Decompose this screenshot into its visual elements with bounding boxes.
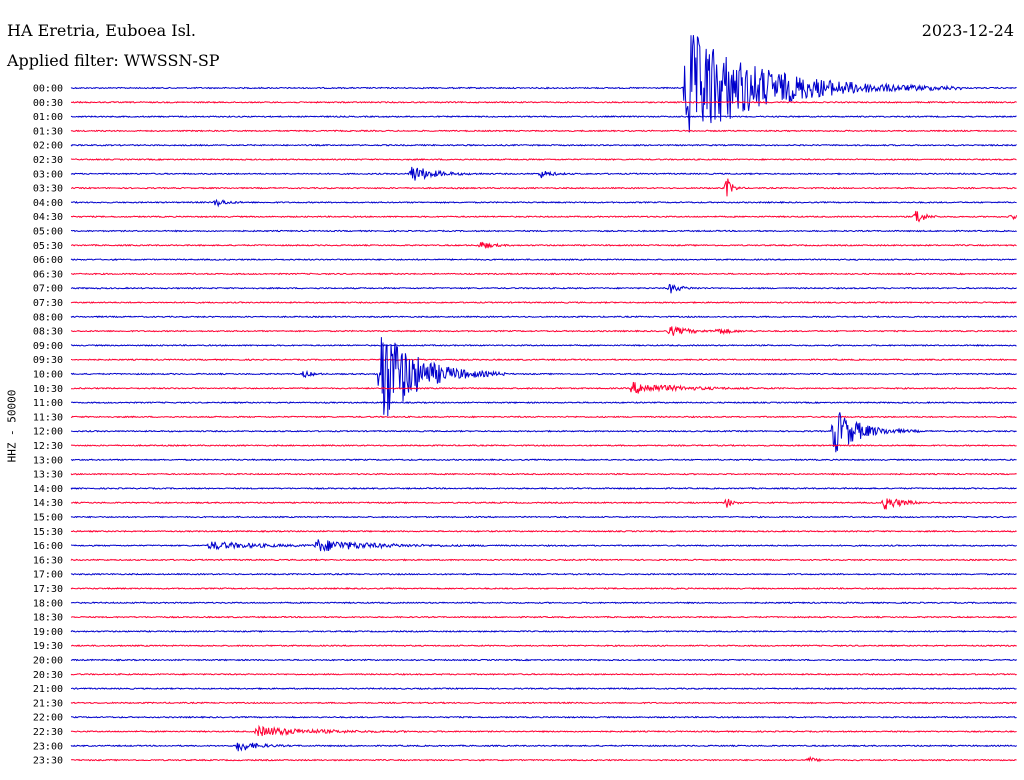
trace-group	[70, 35, 1018, 763]
row-label: 19:30	[33, 641, 63, 652]
row-label: 16:30	[33, 555, 63, 566]
row-label: 01:30	[33, 126, 63, 137]
trace-row	[70, 558, 1017, 562]
trace-row	[70, 283, 1017, 294]
row-label: 13:30	[33, 470, 63, 481]
row-labels: 00:00 00:30 01:00 01:30 02:00 02:30 03:00 03:30…	[33, 84, 63, 767]
trace-row	[71, 178, 1017, 197]
row-label: 14:30	[33, 498, 63, 509]
row-label: 05:30	[33, 241, 63, 252]
row-label: 23:30	[33, 756, 63, 767]
trace-row	[70, 401, 1017, 405]
trace-row	[70, 529, 1017, 533]
row-label: 04:00	[33, 198, 63, 209]
row-label: 02:00	[33, 141, 63, 152]
trace-row	[70, 486, 1017, 490]
row-label: 13:00	[33, 455, 63, 466]
trace-row	[70, 458, 1017, 462]
row-label: 12:30	[33, 441, 63, 452]
trace-row	[70, 300, 1017, 304]
trace-row	[70, 337, 1017, 417]
row-label: 14:00	[33, 484, 63, 495]
row-label: 20:00	[33, 656, 63, 667]
row-label: 05:00	[33, 227, 63, 238]
trace-row	[70, 198, 1017, 208]
trace-row	[70, 644, 1017, 648]
row-label: 08:00	[33, 312, 63, 323]
trace-row	[70, 615, 1017, 619]
row-label: 21:00	[33, 684, 63, 695]
row-label: 06:00	[33, 255, 63, 266]
trace-row	[70, 343, 1017, 347]
trace-row	[70, 724, 1017, 737]
trace-row	[70, 444, 1017, 447]
row-label: 04:30	[33, 212, 63, 223]
trace-row	[70, 157, 1017, 161]
trace-row	[70, 515, 1017, 519]
trace-row	[70, 701, 1017, 705]
trace-row	[70, 629, 1017, 633]
helicorder-plot: 00:00 00:30 01:00 01:30 02:00 02:30 03:00 03:30…	[33, 35, 1018, 767]
row-label: 06:30	[33, 269, 63, 280]
row-label: 16:00	[33, 541, 63, 552]
row-label: 08:30	[33, 327, 63, 338]
trace-row	[70, 210, 1018, 223]
row-label: 18:30	[33, 613, 63, 624]
row-label: 21:30	[33, 698, 63, 709]
trace-row	[70, 658, 1017, 662]
row-label: 15:00	[33, 513, 63, 524]
trace-row	[70, 35, 1017, 133]
trace-row	[70, 325, 1017, 336]
row-label: 03:30	[33, 184, 63, 195]
trace-row	[70, 572, 1017, 576]
trace-row	[71, 272, 1017, 276]
row-label: 20:30	[33, 670, 63, 681]
row-label: 11:30	[33, 412, 63, 423]
trace-row	[70, 672, 1017, 676]
row-label: 18:00	[33, 598, 63, 609]
trace-row	[70, 587, 1017, 591]
seismogram-page: HA Eretria, Euboea Isl. Applied filter: …	[0, 0, 1024, 780]
trace-row	[70, 755, 1017, 763]
row-label: 07:00	[33, 284, 63, 295]
trace-row	[70, 258, 1017, 262]
row-label: 22:30	[33, 727, 63, 738]
trace-row	[71, 715, 1017, 719]
row-label: 23:00	[33, 741, 63, 752]
row-label: 17:00	[33, 570, 63, 581]
row-label: 00:00	[33, 84, 63, 95]
row-label: 17:30	[33, 584, 63, 595]
trace-row	[70, 315, 1017, 319]
trace-row	[70, 129, 1017, 133]
row-label: 11:00	[33, 398, 63, 409]
row-label: 19:00	[33, 627, 63, 638]
row-label: 03:00	[33, 169, 63, 180]
trace-row	[70, 687, 1017, 691]
row-label: 07:30	[33, 298, 63, 309]
trace-row	[70, 115, 1017, 119]
row-label: 10:30	[33, 384, 63, 395]
trace-row	[70, 166, 1017, 181]
row-label: 01:00	[33, 112, 63, 123]
trace-row	[71, 241, 1017, 250]
row-label: 02:30	[33, 155, 63, 166]
trace-row	[70, 472, 1017, 476]
row-label: 22:00	[33, 713, 63, 724]
row-label: 10:00	[33, 370, 63, 381]
trace-row	[70, 742, 1017, 752]
row-label: 09:00	[33, 341, 63, 352]
trace-row	[71, 381, 1017, 394]
trace-row	[70, 601, 1017, 605]
trace-row	[70, 498, 1017, 510]
row-label: 00:30	[33, 98, 63, 109]
trace-row	[70, 229, 1017, 233]
trace-row	[70, 415, 1017, 419]
trace-row	[71, 358, 1017, 362]
trace-row	[70, 539, 1017, 552]
trace-row	[70, 143, 1017, 147]
row-label: 12:00	[33, 427, 63, 438]
row-label: 15:30	[33, 527, 63, 538]
row-label: 09:30	[33, 355, 63, 366]
trace-row	[70, 100, 1017, 104]
